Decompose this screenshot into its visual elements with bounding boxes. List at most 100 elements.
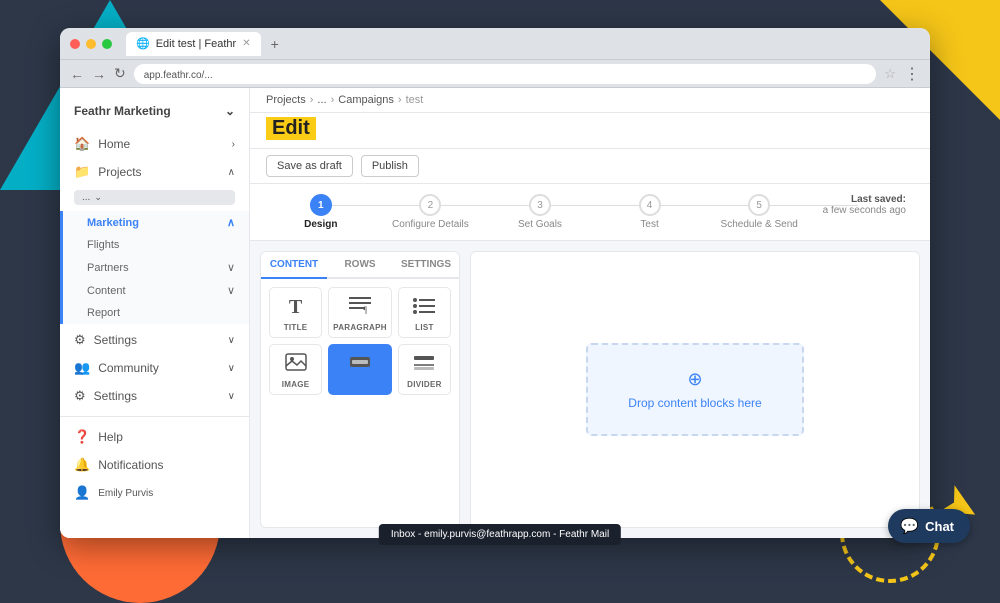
dot-green[interactable] bbox=[102, 39, 112, 49]
back-button[interactable]: ← bbox=[70, 66, 84, 82]
tab-title: Edit test | Feathr bbox=[156, 38, 237, 50]
dot-red[interactable] bbox=[70, 39, 80, 49]
tab-content[interactable]: CONTENT bbox=[261, 252, 327, 279]
sidebar-item-content[interactable]: Content ∨ bbox=[63, 279, 249, 302]
content-label: Content bbox=[87, 285, 126, 297]
chat-button[interactable]: 💬 Chat bbox=[888, 509, 970, 543]
sidebar-item-home[interactable]: 🏠 Home › bbox=[60, 130, 249, 158]
sidebar-item-report[interactable]: Report bbox=[63, 302, 249, 324]
image-icon bbox=[285, 353, 307, 376]
breadcrumb: Projects › ... › Campaigns › test bbox=[250, 88, 930, 113]
address-bar: ← → ↻ app.feathr.co/... ☆ ⋮ bbox=[60, 60, 930, 88]
save-draft-button[interactable]: Save as draft bbox=[266, 155, 353, 177]
logo-chevron: ⌄ bbox=[225, 104, 235, 118]
sidebar-item-flights[interactable]: Flights bbox=[63, 234, 249, 256]
avatar-icon: 👤 bbox=[74, 485, 90, 501]
canvas[interactable]: ⊕ Drop content blocks here bbox=[470, 251, 920, 528]
block-list-label: LIST bbox=[415, 323, 434, 332]
community-chevron: ∨ bbox=[228, 363, 235, 374]
dot-yellow[interactable] bbox=[86, 39, 96, 49]
flights-label: Flights bbox=[87, 239, 119, 251]
sidebar-item-help[interactable]: ❓ Help bbox=[60, 423, 249, 451]
project-badge[interactable]: ... ⌄ bbox=[74, 190, 235, 205]
drop-zone[interactable]: ⊕ Drop content blocks here bbox=[586, 343, 803, 436]
step-test[interactable]: 4 Test bbox=[595, 194, 705, 230]
toast-text: Inbox - emily.purvis@feathrapp.com - Fea… bbox=[391, 529, 609, 540]
tab-close-icon[interactable]: ✕ bbox=[242, 38, 250, 49]
sidebar-community-label: Community bbox=[98, 361, 159, 375]
home-icon: 🏠 bbox=[74, 136, 90, 152]
toast-notification: Inbox - emily.purvis@feathrapp.com - Fea… bbox=[379, 524, 621, 545]
logo-text: Feathr Marketing bbox=[74, 104, 171, 118]
sidebar-user-label: Emily Purvis bbox=[98, 488, 153, 499]
svg-text:¶: ¶ bbox=[363, 305, 367, 314]
sidebar-item-projects[interactable]: 📁 Projects ∧ bbox=[60, 158, 249, 186]
sidebar-item-community[interactable]: 👥 Community ∨ bbox=[60, 354, 249, 382]
step-label-3: Set Goals bbox=[518, 219, 562, 230]
notifications-icon: 🔔 bbox=[74, 457, 90, 473]
step-label-1: Design bbox=[304, 219, 337, 230]
sidebar-item-marketing[interactable]: Marketing ∧ bbox=[63, 211, 249, 234]
app-layout: Feathr Marketing ⌄ 🏠 Home › 📁 Projects ∧… bbox=[60, 88, 930, 538]
step-configure[interactable]: 2 Configure Details bbox=[376, 194, 486, 230]
sidebar-projects-label: Projects bbox=[98, 165, 141, 179]
step-goals[interactable]: 3 Set Goals bbox=[485, 194, 595, 230]
block-image[interactable]: IMAGE bbox=[269, 344, 322, 395]
list-icon bbox=[413, 296, 435, 319]
sidebar-home-label: Home bbox=[98, 137, 130, 151]
address-input[interactable]: app.feathr.co/... bbox=[134, 64, 877, 84]
tab-favicon: 🌐 bbox=[136, 37, 150, 50]
refresh-button[interactable]: ↻ bbox=[114, 65, 126, 82]
action-bar: Save as draft Publish bbox=[250, 149, 930, 184]
sidebar-notifications-label: Notifications bbox=[98, 458, 163, 472]
block-title-label: TITLE bbox=[284, 323, 308, 332]
tab-add-button[interactable]: + bbox=[271, 36, 279, 52]
block-list[interactable]: LIST bbox=[398, 287, 451, 338]
breadcrumb-sep3: › bbox=[398, 94, 402, 106]
paragraph-icon: ¶ bbox=[349, 296, 371, 319]
report-label: Report bbox=[87, 307, 120, 319]
sidebar-settings-label: Settings bbox=[94, 333, 137, 347]
community-icon: 👥 bbox=[74, 360, 90, 376]
tab-rows[interactable]: ROWS bbox=[327, 252, 393, 279]
sidebar-item-settings2[interactable]: ⚙ Settings ∨ bbox=[60, 382, 249, 410]
saved-time: a few seconds ago bbox=[814, 205, 906, 216]
breadcrumb-middle[interactable]: ... bbox=[317, 94, 326, 106]
blocks-grid: T TITLE ¶ bbox=[261, 279, 459, 403]
breadcrumb-projects[interactable]: Projects bbox=[266, 94, 306, 106]
step-label-2: Configure Details bbox=[392, 219, 469, 230]
step-circle-2: 2 bbox=[419, 194, 441, 216]
publish-button[interactable]: Publish bbox=[361, 155, 419, 177]
sidebar-item-settings[interactable]: ⚙ Settings ∨ bbox=[60, 326, 249, 354]
help-icon: ❓ bbox=[74, 429, 90, 445]
breadcrumb-current: test bbox=[406, 94, 424, 106]
sidebar-item-partners[interactable]: Partners ∨ bbox=[63, 256, 249, 279]
breadcrumb-campaigns[interactable]: Campaigns bbox=[338, 94, 394, 106]
page-title: Edit bbox=[266, 117, 316, 140]
block-button-label: BUTTON bbox=[343, 380, 378, 389]
main-content: Projects › ... › Campaigns › test Edit S… bbox=[250, 88, 930, 538]
breadcrumb-sep1: › bbox=[310, 94, 314, 106]
stepper: 1 Design 2 Configure Details 3 Set Goals… bbox=[250, 184, 930, 241]
sidebar-marketing-section: Marketing ∧ Flights Partners ∨ Content ∨… bbox=[60, 211, 249, 324]
block-divider[interactable]: DIVIDER bbox=[398, 344, 451, 395]
step-circle-5: 5 bbox=[748, 194, 770, 216]
browser-tab[interactable]: 🌐 Edit test | Feathr ✕ bbox=[126, 32, 261, 56]
settings2-icon: ⚙ bbox=[74, 388, 86, 404]
sidebar-item-user[interactable]: 👤 Emily Purvis bbox=[60, 479, 249, 507]
block-title[interactable]: T TITLE bbox=[269, 287, 322, 338]
browser-menu-icon[interactable]: ⋮ bbox=[904, 64, 920, 84]
page-header: Edit bbox=[250, 113, 930, 149]
step-circle-3: 3 bbox=[529, 194, 551, 216]
sidebar-divider bbox=[60, 416, 249, 417]
step-send[interactable]: 5 Schedule & Send bbox=[704, 194, 814, 230]
browser-window: 🌐 Edit test | Feathr ✕ + ← → ↻ app.feath… bbox=[60, 28, 930, 538]
chat-icon: 💬 bbox=[900, 517, 919, 535]
block-button[interactable]: BUTTON bbox=[328, 344, 392, 395]
tab-settings[interactable]: SETTINGS bbox=[393, 252, 459, 279]
bookmark-icon[interactable]: ☆ bbox=[884, 66, 896, 82]
sidebar-item-notifications[interactable]: 🔔 Notifications bbox=[60, 451, 249, 479]
forward-button[interactable]: → bbox=[92, 66, 106, 82]
block-paragraph[interactable]: ¶ PARAGRAPH bbox=[328, 287, 392, 338]
step-design[interactable]: 1 Design bbox=[266, 194, 376, 230]
